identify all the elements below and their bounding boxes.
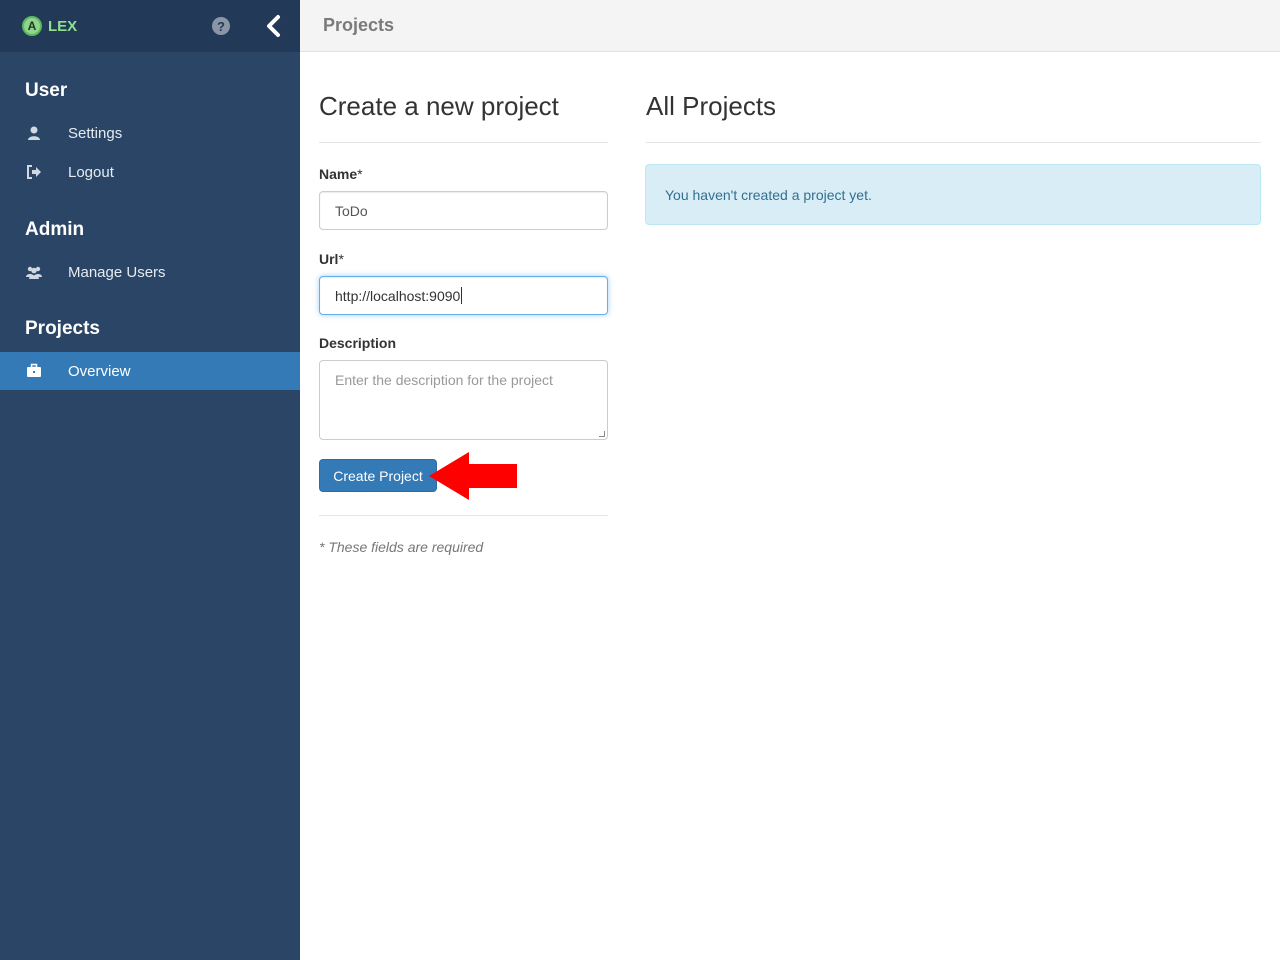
sidebar-item-label: Logout: [68, 163, 114, 181]
users-icon: [26, 266, 42, 279]
top-bar: Projects: [300, 0, 1280, 52]
divider: [646, 142, 1261, 143]
create-project-heading: Create a new project: [319, 91, 559, 121]
sign-out-icon: [27, 165, 41, 179]
chevron-left-icon[interactable]: [264, 14, 284, 38]
sidebar-item-label: Manage Users: [68, 263, 166, 281]
resize-handle[interactable]: [599, 431, 605, 437]
description-placeholder: Enter the description for the project: [335, 372, 553, 388]
name-label: Name*: [319, 166, 363, 182]
create-project-button[interactable]: Create Project: [319, 459, 437, 492]
sidebar-item-manage-users[interactable]: Manage Users: [0, 253, 300, 291]
page-title: Projects: [323, 15, 395, 35]
divider: [319, 142, 608, 143]
required-marker: *: [357, 166, 363, 182]
sidebar-section-user: User: [25, 80, 68, 101]
sidebar-item-overview[interactable]: Overview: [0, 352, 300, 390]
sidebar-section-projects: Projects: [25, 318, 100, 339]
empty-projects-alert: You haven't created a project yet.: [645, 164, 1261, 225]
logo-badge: A: [22, 16, 42, 36]
sidebar-header: A LEX ?: [0, 0, 300, 52]
description-label: Description: [319, 335, 397, 351]
description-textarea[interactable]: Enter the description for the project: [319, 360, 608, 440]
name-input[interactable]: ToDo: [319, 191, 608, 230]
empty-projects-message: You haven't created a project yet.: [665, 186, 872, 203]
user-icon: [28, 126, 40, 140]
sidebar-item-logout[interactable]: Logout: [0, 153, 300, 191]
required-fields-note: * These fields are required: [319, 539, 484, 555]
sidebar-section-admin: Admin: [25, 219, 85, 240]
logo-text: LEX: [48, 17, 78, 35]
url-label: Url*: [319, 251, 344, 267]
required-marker: *: [338, 251, 344, 267]
sidebar-item-settings[interactable]: Settings: [0, 114, 300, 152]
url-input[interactable]: http://localhost:9090: [319, 276, 608, 315]
briefcase-icon: [27, 363, 41, 377]
text-caret: [461, 287, 463, 304]
sidebar-item-label: Settings: [68, 124, 123, 142]
sidebar: A LEX ? User Settings Logout Admin Manag…: [0, 0, 300, 960]
all-projects-heading: All Projects: [646, 91, 777, 121]
app-logo[interactable]: A LEX: [22, 16, 77, 36]
sidebar-item-label: Overview: [68, 362, 131, 380]
divider: [319, 515, 608, 516]
red-arrow-annotation: [429, 452, 517, 500]
help-icon[interactable]: ?: [212, 17, 230, 35]
